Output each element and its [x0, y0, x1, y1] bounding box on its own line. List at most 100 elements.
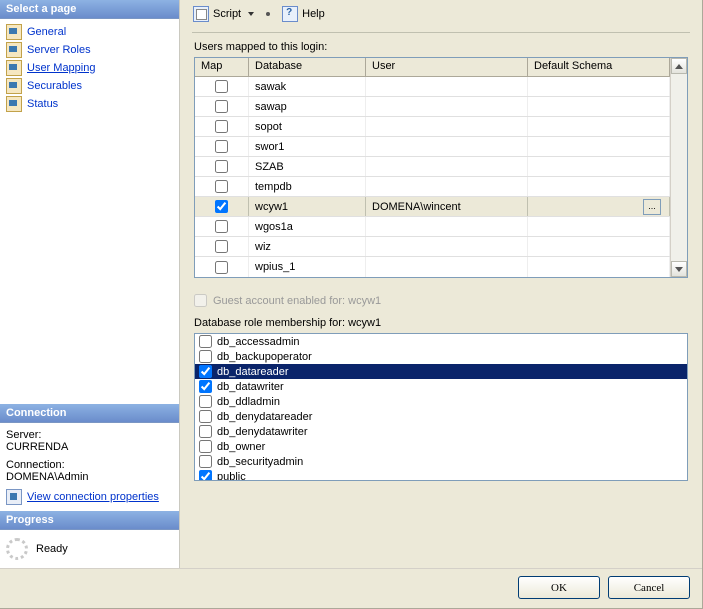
map-checkbox[interactable] [215, 200, 228, 213]
map-checkbox[interactable] [215, 220, 228, 233]
cell-schema: ... [528, 197, 670, 216]
map-checkbox[interactable] [215, 240, 228, 253]
nav-item-securables[interactable]: Securables [6, 77, 173, 95]
role-item[interactable]: public [195, 469, 687, 481]
table-row[interactable]: swor1 [195, 137, 670, 157]
map-checkbox[interactable] [215, 80, 228, 93]
cell-database: wgos1a [249, 217, 366, 236]
cell-schema [528, 257, 670, 277]
cell-database: wcyw1 [249, 197, 366, 216]
map-checkbox[interactable] [215, 180, 228, 193]
page-icon [6, 24, 22, 40]
table-row[interactable]: sopot [195, 117, 670, 137]
role-checkbox[interactable] [199, 395, 212, 408]
nav-item-general[interactable]: General [6, 23, 173, 41]
role-list: db_accessadmin db_backupoperatordb_datare… [194, 333, 688, 481]
progress-spinner-icon [6, 538, 28, 560]
role-item[interactable]: db_denydatawriter [195, 424, 687, 439]
nav-label: Status [27, 98, 58, 110]
map-checkbox[interactable] [215, 160, 228, 173]
role-checkbox[interactable] [199, 455, 212, 468]
role-label: db_backupoperator [217, 351, 312, 363]
table-row[interactable]: wiz [195, 237, 670, 257]
role-item[interactable]: db_backupoperator [195, 349, 687, 364]
connection-label: Connection: [6, 459, 173, 471]
role-item[interactable]: db_ddladmin [195, 394, 687, 409]
cell-schema [528, 77, 670, 96]
cell-schema [528, 177, 670, 196]
toolbar: Script Help [180, 0, 702, 28]
arrow-down-icon [675, 267, 683, 272]
role-label: public [217, 471, 246, 482]
script-button[interactable]: Script [188, 4, 259, 24]
table-row[interactable]: wgos1a [195, 217, 670, 237]
role-item[interactable]: db_owner [195, 439, 687, 454]
properties-icon [6, 489, 22, 505]
map-checkbox[interactable] [215, 261, 228, 274]
schema-browse-button[interactable]: ... [643, 199, 661, 215]
chevron-down-icon [248, 12, 254, 16]
col-database[interactable]: Database [249, 58, 366, 76]
role-checkbox[interactable] [199, 335, 212, 348]
role-checkbox[interactable] [199, 380, 212, 393]
role-checkbox[interactable] [199, 365, 212, 378]
select-page-header: Select a page [0, 0, 179, 19]
cell-database: SZAB [249, 157, 366, 176]
col-schema[interactable]: Default Schema [528, 58, 670, 76]
cell-user [366, 117, 528, 136]
table-row[interactable]: wcyw1DOMENA\wincent... [195, 197, 670, 217]
role-checkbox[interactable] [199, 470, 212, 481]
ok-button[interactable]: OK [518, 576, 600, 599]
nav-label: Server Roles [27, 44, 91, 56]
view-connection-properties-link[interactable]: View connection properties [27, 491, 159, 503]
table-row[interactable]: SZAB [195, 157, 670, 177]
cell-database: sawap [249, 97, 366, 116]
nav-item-server-roles[interactable]: Server Roles [6, 41, 173, 59]
scroll-up-button[interactable] [671, 58, 687, 74]
nav-label: Securables [27, 80, 82, 92]
nav-item-status[interactable]: Status [6, 95, 173, 113]
role-checkbox[interactable] [199, 410, 212, 423]
col-map[interactable]: Map [195, 58, 249, 76]
cancel-button[interactable]: Cancel [608, 576, 690, 599]
mapping-grid: Map Database User Default Schema sawaksa… [194, 57, 688, 278]
col-user[interactable]: User [366, 58, 528, 76]
table-row[interactable]: sawap [195, 97, 670, 117]
table-row[interactable]: tempdb [195, 177, 670, 197]
role-item[interactable]: db_datawriter [195, 379, 687, 394]
role-checkbox[interactable] [199, 425, 212, 438]
table-row[interactable]: wpius_1 [195, 257, 670, 277]
role-item[interactable]: db_datareader [195, 364, 687, 379]
grid-header: Map Database User Default Schema [195, 58, 670, 77]
arrow-up-icon [675, 64, 683, 69]
progress-status: Ready [36, 543, 68, 555]
nav-list: General Server Roles User Mapping Secura… [0, 19, 179, 117]
cell-database: sopot [249, 117, 366, 136]
connection-value: DOMENA\Admin [6, 471, 173, 483]
map-checkbox[interactable] [215, 140, 228, 153]
role-item[interactable]: db_accessadmin [195, 334, 687, 349]
table-row[interactable]: sawak [195, 77, 670, 97]
role-item[interactable]: db_denydatareader [195, 409, 687, 424]
role-item[interactable]: db_securityadmin [195, 454, 687, 469]
cell-schema [528, 117, 670, 136]
nav-item-user-mapping[interactable]: User Mapping [6, 59, 173, 77]
role-checkbox[interactable] [199, 350, 212, 363]
map-checkbox[interactable] [215, 120, 228, 133]
map-checkbox[interactable] [215, 100, 228, 113]
cell-schema [528, 237, 670, 256]
button-bar: OK Cancel [0, 568, 702, 606]
help-button[interactable]: Help [277, 4, 330, 24]
role-checkbox[interactable] [199, 440, 212, 453]
cell-database: wpius_1 [249, 257, 366, 277]
page-icon [6, 60, 22, 76]
help-label: Help [302, 8, 325, 20]
vertical-scrollbar[interactable] [670, 58, 687, 277]
cell-schema [528, 137, 670, 156]
guest-account-label: Guest account enabled for: wcyw1 [213, 295, 381, 307]
role-label: db_denydatareader [217, 411, 312, 423]
cell-user [366, 177, 528, 196]
scroll-down-button[interactable] [671, 261, 687, 277]
role-label: db_securityadmin [217, 456, 303, 468]
right-pane: Script Help Users mapped to this login: … [180, 0, 702, 568]
